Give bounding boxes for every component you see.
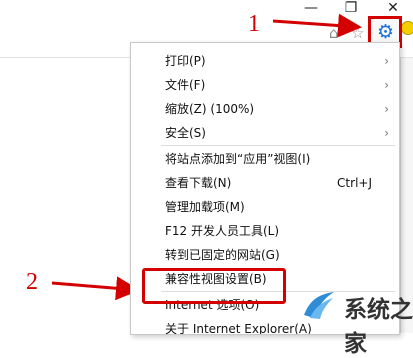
menu-item-label: 查看下载(N) bbox=[165, 176, 232, 190]
menu-item-pinned-sites[interactable]: 转到已固定的网站(G) bbox=[131, 243, 399, 267]
menu-divider bbox=[161, 145, 395, 146]
watermark-text: 系统之家 bbox=[344, 297, 413, 357]
menu-shortcut: Ctrl+J bbox=[337, 176, 372, 190]
menu-item-label: 将站点添加到“应用”视图(I) bbox=[165, 152, 311, 166]
internet-options-highlight-box bbox=[142, 268, 286, 304]
menu-item-security[interactable]: 安全(S) › bbox=[131, 121, 399, 145]
menu-item-label: 管理加载项(M) bbox=[165, 200, 245, 214]
chevron-right-icon: › bbox=[384, 126, 389, 140]
menu-item-file[interactable]: 文件(F) › bbox=[131, 73, 399, 97]
menu-item-manage-addons[interactable]: 管理加载项(M) bbox=[131, 195, 399, 219]
chevron-right-icon: › bbox=[384, 54, 389, 68]
menu-item-label: F12 开发人员工具(L) bbox=[165, 224, 280, 238]
menu-item-zoom[interactable]: 缩放(Z) (100%) › bbox=[131, 97, 399, 121]
menu-item-label: 缩放(Z) (100%) bbox=[165, 102, 255, 116]
menu-item-developer-tools[interactable]: F12 开发人员工具(L) bbox=[131, 219, 399, 243]
arrow-to-internet-options bbox=[51, 276, 140, 301]
menu-item-label: 打印(P) bbox=[165, 54, 206, 68]
menu-item-view-downloads[interactable]: 查看下载(N) Ctrl+J bbox=[131, 171, 399, 195]
menu-item-label: 文件(F) bbox=[165, 78, 206, 92]
logo-icon bbox=[304, 292, 334, 319]
menu-item-label: 安全(S) bbox=[165, 126, 206, 140]
arrow-to-gear bbox=[272, 13, 362, 38]
menu-item-print[interactable]: 打印(P) › bbox=[131, 49, 399, 73]
chevron-right-icon: › bbox=[384, 102, 389, 116]
menu-item-add-site-to-apps[interactable]: 将站点添加到“应用”视图(I) bbox=[131, 147, 399, 171]
site-watermark: 系统之家 bbox=[302, 282, 413, 357]
menu-item-label: 关于 Internet Explorer(A) bbox=[165, 322, 312, 335]
chevron-right-icon: › bbox=[384, 78, 389, 92]
menu-item-label: 转到已固定的网站(G) bbox=[165, 248, 280, 262]
